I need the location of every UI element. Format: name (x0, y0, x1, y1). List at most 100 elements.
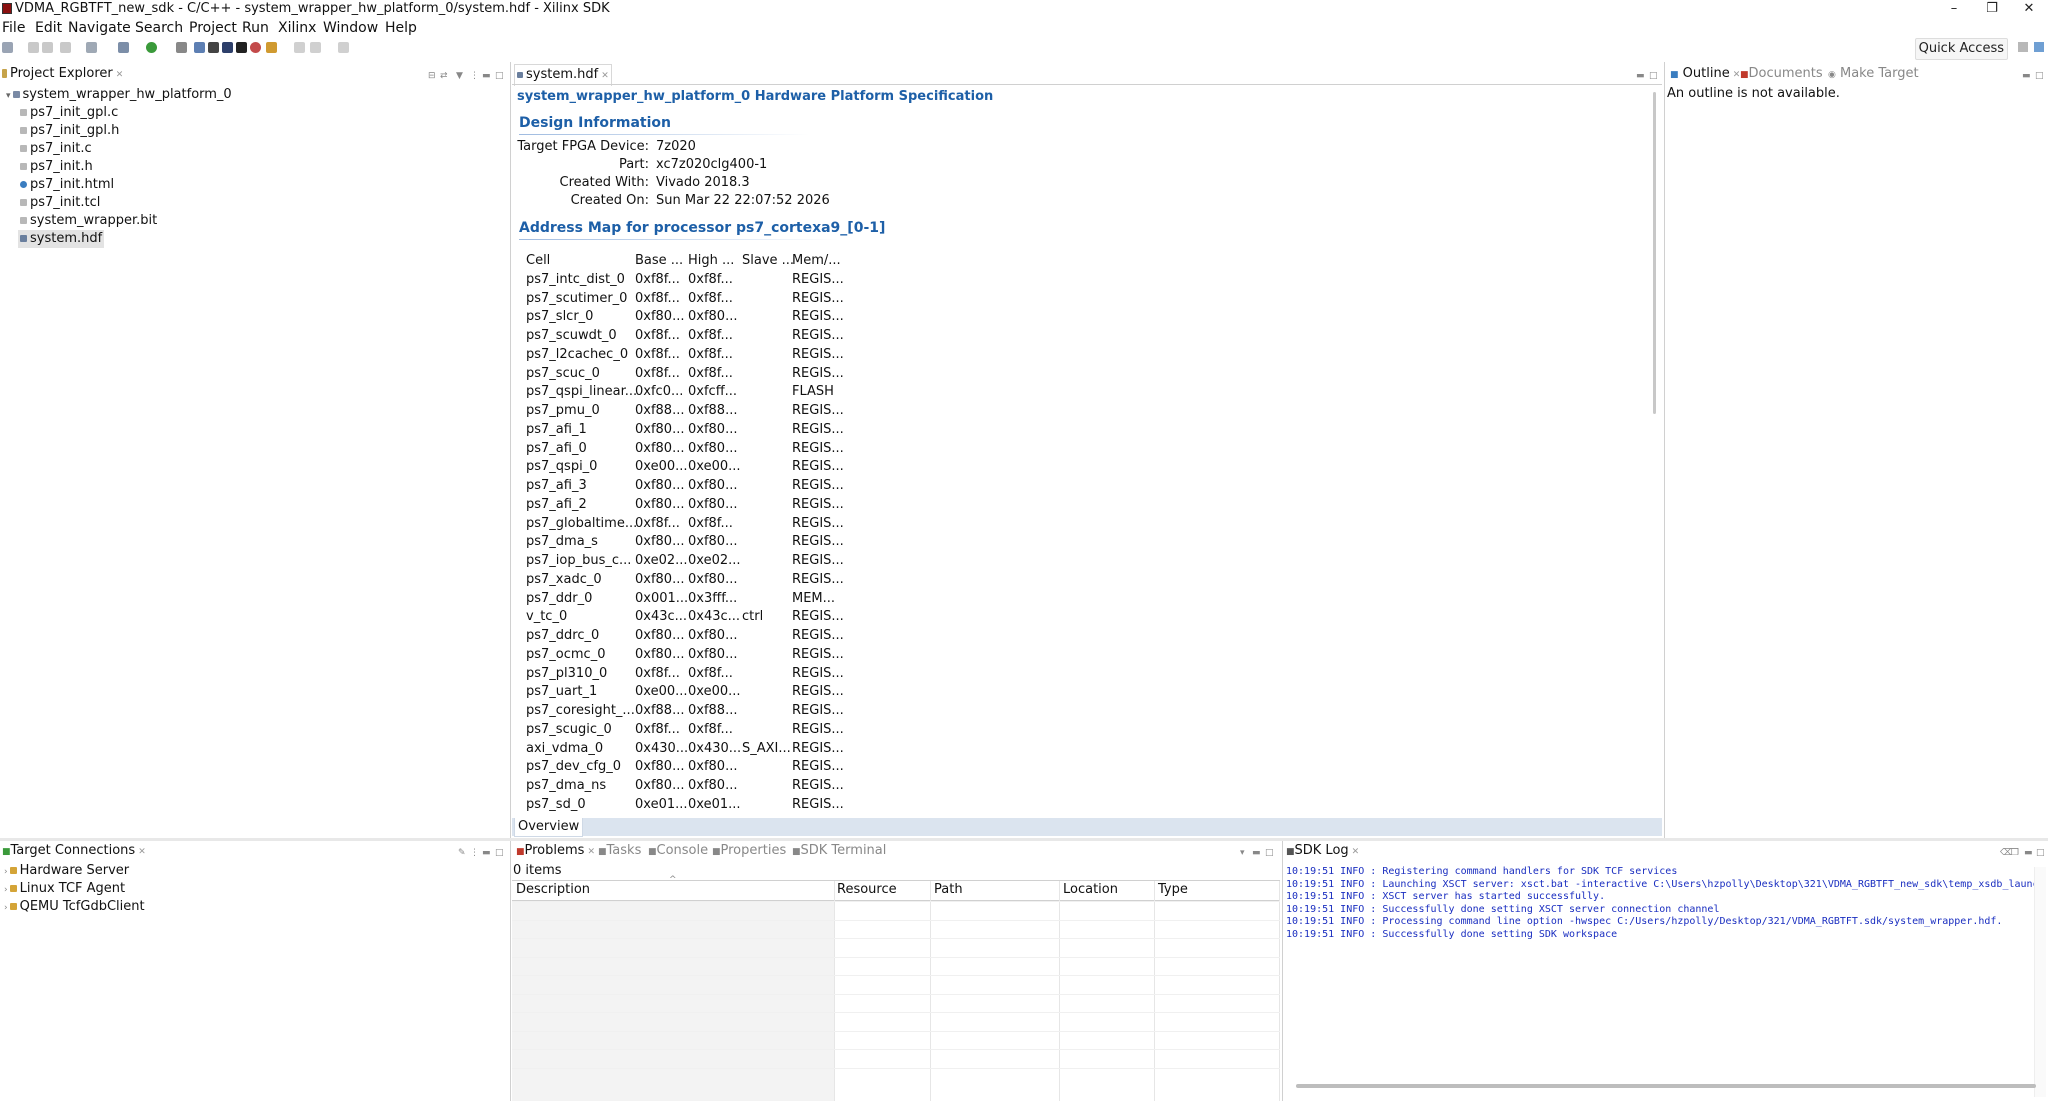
collapse-arrow-icon[interactable]: ▾ (6, 91, 11, 101)
vertical-divider[interactable] (510, 62, 511, 838)
file-item[interactable]: ps7_init.h (20, 158, 93, 176)
editor-scrollbar[interactable] (1653, 92, 1656, 414)
run-icon[interactable] (146, 42, 157, 53)
menu-search[interactable]: Search (135, 18, 183, 38)
print-icon[interactable] (60, 42, 71, 53)
tab-system-hdf[interactable]: system.hdf ✕ (514, 64, 612, 86)
vertical-divider[interactable] (1664, 62, 1665, 838)
stop-icon[interactable] (250, 42, 261, 53)
collapse-all-icon[interactable]: ⊟ (428, 66, 436, 86)
debug-icon[interactable] (176, 42, 187, 53)
maximize-view-icon[interactable]: □ (1265, 843, 1274, 863)
project-root[interactable]: ▾ system_wrapper_hw_platform_0 (6, 86, 232, 105)
tab-target-connections[interactable]: ■Target Connections ✕ (0, 841, 148, 862)
file-item[interactable]: ps7_init_gpl.h (20, 122, 119, 140)
column-path[interactable]: Path (934, 882, 963, 897)
copy-log-icon[interactable]: ❐ (2011, 843, 2019, 863)
file-item[interactable]: ps7_init.html (20, 176, 114, 194)
tab-problems[interactable]: ■Problems ✕ (514, 841, 597, 862)
address-map-header-slave-interface[interactable]: Slave ... (742, 252, 794, 270)
close-icon[interactable]: ✕ (138, 847, 146, 857)
menu-run[interactable]: Run (242, 18, 269, 38)
vertical-divider[interactable] (1282, 841, 1283, 1101)
close-icon[interactable]: ✕ (587, 847, 595, 857)
tab-documents[interactable]: ■Documents (1738, 64, 1825, 85)
terminal-icon[interactable] (208, 42, 219, 53)
address-map-header-cell[interactable]: Cell (526, 252, 550, 270)
close-icon[interactable]: ✕ (601, 71, 609, 81)
forward-icon[interactable] (310, 42, 321, 53)
tab-outline[interactable]: ■ Outline ✕ (1668, 64, 1743, 85)
file-item[interactable]: ps7_init.c (20, 140, 92, 158)
column-description[interactable]: Description (516, 882, 590, 897)
target-qemu-tcfgdbclient[interactable]: › QEMU TcfGdbClient (4, 898, 145, 917)
minimize-view-icon[interactable]: ▬ (2022, 66, 2031, 86)
c-cpp-perspective-icon[interactable] (2034, 42, 2044, 52)
column-resource[interactable]: Resource (837, 882, 897, 897)
column-location[interactable]: Location (1063, 882, 1118, 897)
new-icon[interactable] (2, 42, 13, 53)
target-hardware-server[interactable]: › Hardware Server (4, 862, 129, 881)
menu-help[interactable]: Help (385, 18, 417, 38)
minimize-view-icon[interactable]: ▬ (2024, 843, 2033, 863)
menu-project[interactable]: Project (189, 18, 237, 38)
vertical-divider[interactable] (510, 841, 511, 1101)
menu-navigate[interactable]: Navigate (68, 18, 131, 38)
log-horizontal-scrollbar[interactable] (1296, 1084, 2036, 1088)
expand-arrow-icon[interactable]: › (4, 885, 8, 895)
close-icon[interactable]: ✕ (1352, 847, 1360, 857)
tab-sdk-terminal[interactable]: ■SDK Terminal (790, 841, 888, 862)
save-icon[interactable] (28, 42, 39, 53)
expand-arrow-icon[interactable]: › (4, 867, 8, 877)
menu-window[interactable]: Window (323, 18, 378, 38)
maximize-view-icon[interactable]: □ (495, 843, 504, 863)
maximize-view-icon[interactable]: □ (2036, 843, 2045, 863)
tab-project-explorer[interactable]: Project Explorer ✕ (0, 64, 126, 85)
minimize-view-icon[interactable]: ▬ (1636, 66, 1645, 86)
quick-access-field[interactable]: Quick Access (1914, 38, 2008, 60)
tab-tasks[interactable]: ■Tasks (596, 841, 643, 862)
maximize-view-icon[interactable]: □ (2035, 66, 2044, 86)
tab-console[interactable]: ■Console (646, 841, 710, 862)
maximize-view-icon[interactable]: □ (1649, 66, 1658, 86)
maximize-view-icon[interactable]: □ (495, 66, 504, 86)
open-perspective-icon[interactable] (2018, 42, 2028, 52)
file-item[interactable]: system_wrapper.bit (20, 212, 157, 230)
xsct-console-icon[interactable] (194, 42, 205, 53)
save-all-icon[interactable] (42, 42, 53, 53)
close-icon[interactable]: ✕ (116, 70, 124, 80)
menu-file[interactable]: File (2, 18, 25, 38)
tab-make-target[interactable]: ◉ Make Target (1826, 64, 1921, 85)
tab-sdk-log[interactable]: ■SDK Log ✕ (1284, 841, 1362, 862)
minimize-view-icon[interactable]: ▬ (1252, 843, 1261, 863)
column-type[interactable]: Type (1158, 882, 1188, 897)
address-map-header-mem-type[interactable]: Mem/... (792, 252, 841, 270)
view-menu-icon[interactable]: ⋮ (470, 66, 479, 86)
repository-icon[interactable] (222, 42, 233, 53)
program-fpga-icon[interactable] (118, 42, 129, 53)
new-target-icon[interactable]: ✎ (458, 843, 466, 863)
search-toolbar-icon[interactable] (266, 42, 277, 53)
file-item[interactable]: ps7_init.tcl (20, 194, 100, 212)
menu-edit[interactable]: Edit (35, 18, 62, 38)
restore-button[interactable]: ❐ (1973, 0, 2011, 18)
target-linux-tcf-agent[interactable]: › Linux TCF Agent (4, 880, 125, 899)
address-map-header-high-address[interactable]: High ... (688, 252, 734, 270)
view-menu-icon[interactable]: ▾ (1240, 843, 1245, 863)
address-map-header-base-address[interactable]: Base ... (635, 252, 683, 270)
view-menu-icon[interactable]: ⋮ (470, 843, 479, 863)
log-vertical-scrollbar[interactable] (2034, 867, 2046, 1097)
file-item-selected[interactable]: system.hdf (18, 230, 105, 248)
close-button[interactable]: ✕ (2010, 0, 2048, 18)
tab-overview[interactable]: Overview (514, 818, 584, 837)
minimize-button[interactable]: – (1935, 0, 1973, 18)
minimize-view-icon[interactable]: ▬ (482, 66, 491, 86)
tab-properties[interactable]: ■Properties (710, 841, 788, 862)
minimize-view-icon[interactable]: ▬ (482, 843, 491, 863)
menu-xilinx[interactable]: Xilinx (278, 18, 316, 38)
link-editor-icon[interactable]: ⇄ (440, 66, 448, 86)
expand-arrow-icon[interactable]: › (4, 903, 8, 913)
filter-icon[interactable]: ▼ (456, 66, 463, 86)
pin-icon[interactable] (338, 42, 349, 53)
back-icon[interactable] (294, 42, 305, 53)
